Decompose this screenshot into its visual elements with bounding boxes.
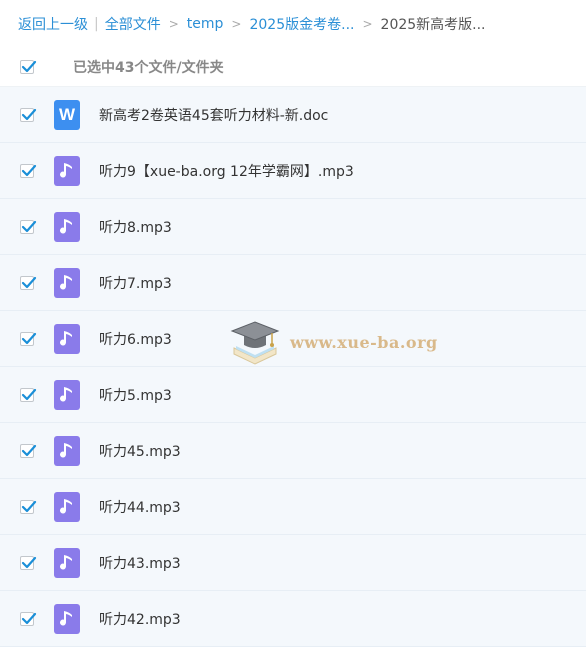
file-row[interactable]: 听力42.mp3 xyxy=(0,591,586,647)
audio-file-icon xyxy=(54,435,80,466)
file-name[interactable]: 听力43.mp3 xyxy=(99,553,181,573)
breadcrumb-divider: | xyxy=(94,16,99,32)
audio-file-icon xyxy=(54,323,80,354)
file-row[interactable]: 听力45.mp3 xyxy=(0,423,586,479)
audio-file-icon xyxy=(54,491,80,522)
file-checkbox[interactable] xyxy=(20,163,37,178)
selection-bar: 已选中43个文件/文件夹 xyxy=(0,48,586,87)
file-checkbox[interactable] xyxy=(20,331,37,346)
file-name[interactable]: 听力44.mp3 xyxy=(99,497,181,517)
audio-file-icon xyxy=(54,603,80,634)
checkmark-icon xyxy=(21,276,37,288)
file-checkbox[interactable] xyxy=(20,275,37,290)
file-checkbox[interactable] xyxy=(20,499,37,514)
checkmark-icon xyxy=(21,60,37,73)
breadcrumb-item-temp[interactable]: temp xyxy=(187,16,224,32)
file-name[interactable]: 听力8.mp3 xyxy=(99,217,172,237)
checkmark-icon xyxy=(21,332,37,344)
checkmark-icon xyxy=(21,612,37,624)
file-list: W 新高考2卷英语45套听力材料-新.doc 听力9【xue-ba.org 12年学… xyxy=(0,87,586,647)
file-name[interactable]: 听力9【xue-ba.org 12年学霸网】.mp3 xyxy=(99,161,354,181)
checkmark-icon xyxy=(21,220,37,232)
music-note-icon xyxy=(60,554,72,570)
file-checkbox[interactable] xyxy=(20,443,37,458)
music-note-icon xyxy=(60,218,72,234)
back-link[interactable]: 返回上一级 xyxy=(18,14,88,34)
file-row[interactable]: 听力7.mp3 xyxy=(0,255,586,311)
file-checkbox[interactable] xyxy=(20,387,37,402)
checkmark-icon xyxy=(21,500,37,512)
all-files-link[interactable]: 全部文件 xyxy=(105,14,161,34)
file-row[interactable]: 听力6.mp3 xyxy=(0,311,586,367)
music-note-icon xyxy=(60,610,72,626)
file-row[interactable]: 听力8.mp3 xyxy=(0,199,586,255)
checkmark-icon xyxy=(21,444,37,456)
file-name[interactable]: 听力45.mp3 xyxy=(99,441,181,461)
music-note-icon xyxy=(60,330,72,346)
breadcrumb-item-folder[interactable]: 2025版金考卷... xyxy=(249,14,354,34)
audio-file-icon xyxy=(54,211,80,242)
checkmark-icon xyxy=(21,388,37,400)
word-icon-letter: W xyxy=(58,104,76,124)
file-row[interactable]: W 新高考2卷英语45套听力材料-新.doc xyxy=(0,87,586,143)
music-note-icon xyxy=(60,498,72,514)
file-name[interactable]: 听力6.mp3 xyxy=(99,329,172,349)
file-name[interactable]: 听力5.mp3 xyxy=(99,385,172,405)
music-note-icon xyxy=(60,162,72,178)
breadcrumb: 返回上一级 | 全部文件 > temp > 2025版金考卷... > 2025… xyxy=(0,0,586,48)
music-note-icon xyxy=(60,386,72,402)
file-checkbox[interactable] xyxy=(20,219,37,234)
file-row[interactable]: 听力43.mp3 xyxy=(0,535,586,591)
checkmark-icon xyxy=(21,556,37,568)
chevron-right-icon: > xyxy=(362,17,373,31)
audio-file-icon xyxy=(54,155,80,186)
breadcrumb-current: 2025新高考版... xyxy=(380,17,486,33)
file-checkbox[interactable] xyxy=(20,555,37,570)
chevron-right-icon: > xyxy=(168,17,179,31)
file-name[interactable]: 新高考2卷英语45套听力材料-新.doc xyxy=(99,105,328,125)
select-all-checkbox[interactable] xyxy=(20,60,37,74)
chevron-right-icon: > xyxy=(231,17,242,31)
selection-count-label: 已选中43个文件/文件夹 xyxy=(73,60,224,76)
file-name[interactable]: 听力7.mp3 xyxy=(99,273,172,293)
audio-file-icon xyxy=(54,547,80,578)
file-name[interactable]: 听力42.mp3 xyxy=(99,609,181,629)
audio-file-icon xyxy=(54,379,80,410)
file-checkbox[interactable] xyxy=(20,107,37,122)
word-document-icon: W xyxy=(54,99,80,130)
audio-file-icon xyxy=(54,267,80,298)
checkmark-icon xyxy=(21,108,37,120)
file-checkbox[interactable] xyxy=(20,611,37,626)
file-row[interactable]: 听力5.mp3 xyxy=(0,367,586,423)
music-note-icon xyxy=(60,442,72,458)
file-row[interactable]: 听力9【xue-ba.org 12年学霸网】.mp3 xyxy=(0,143,586,199)
checkmark-icon xyxy=(21,164,37,176)
file-row[interactable]: 听力44.mp3 xyxy=(0,479,586,535)
music-note-icon xyxy=(60,274,72,290)
